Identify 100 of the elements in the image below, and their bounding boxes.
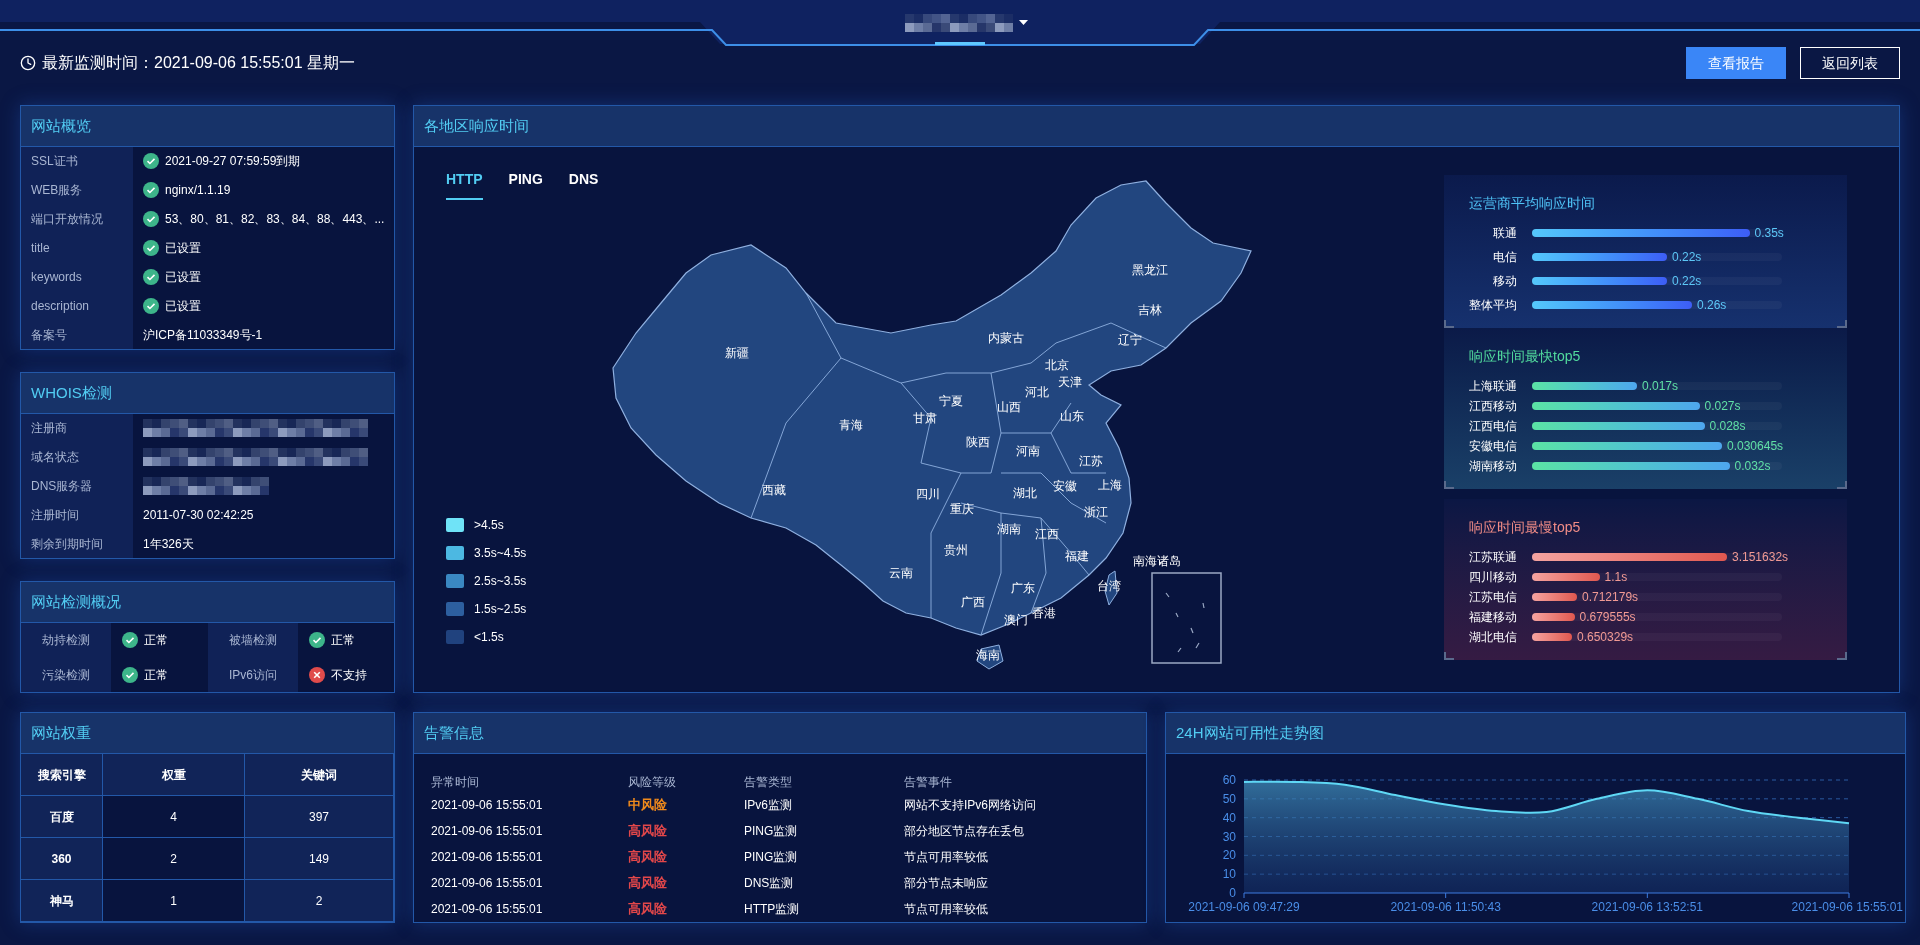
risk-level: 中风险	[628, 798, 667, 812]
region-label: 宁夏	[939, 393, 963, 410]
table-cell: 2	[103, 838, 245, 880]
alert-type: IPv6监测	[744, 797, 793, 814]
corner-bracket	[1444, 652, 1454, 660]
field-value: 沪ICP备11033349号-1	[143, 326, 263, 344]
table-cell: 神马	[21, 880, 103, 922]
alert-event: 节点可用率较低	[904, 849, 989, 866]
bar-label: 移动	[1492, 273, 1517, 290]
region-label: 南海诸岛	[1133, 553, 1181, 570]
column-header: 异常时间	[431, 774, 480, 791]
check-icon	[143, 268, 159, 285]
region-label: 山东	[1060, 408, 1084, 425]
panel-title: 网站概览	[31, 115, 91, 136]
column-header: 风险等级	[628, 774, 677, 791]
table-cell: 360	[21, 838, 103, 880]
bar-label: 江苏联通	[1469, 549, 1517, 566]
field-label: 注册商	[21, 414, 133, 443]
bar-label: 湖北电信	[1469, 629, 1517, 646]
region-label: 云南	[889, 565, 913, 582]
field-value: nginx/1.1.19	[165, 182, 231, 200]
region-label: 江苏	[1079, 453, 1103, 470]
column-header: 关键词	[245, 754, 394, 796]
table-cell: 4	[103, 796, 245, 838]
bar-value: 0.030645s	[1727, 438, 1784, 455]
bar-label: 联通	[1492, 225, 1517, 242]
y-tick-label: 0	[1229, 886, 1236, 900]
column-header: 搜索引擎	[21, 754, 103, 796]
table-cell: 百度	[21, 796, 103, 838]
bar-value: 0.032s	[1734, 458, 1771, 475]
alert-type: PING监测	[744, 823, 799, 840]
x-tick-label: 2021-09-06 13:52:51	[1591, 900, 1704, 914]
bar-value: 0.679555s	[1579, 609, 1636, 626]
caret-icon[interactable]	[1019, 20, 1028, 26]
risk-level: 高风险	[628, 876, 667, 890]
bar-value: 0.027s	[1704, 398, 1741, 415]
field-value: 已设置	[165, 240, 201, 257]
bar-label: 电信	[1492, 249, 1517, 266]
field-label: 注册时间	[21, 500, 133, 530]
field-label: description	[21, 291, 133, 321]
bar-value: 0.712179s	[1582, 589, 1639, 606]
bar-value: 0.35s	[1754, 225, 1784, 242]
region-label: 湖北	[1013, 485, 1037, 502]
region-label: 台湾	[1097, 578, 1121, 595]
alert-type: DNS监测	[744, 875, 795, 892]
legend-label: 2.5s~3.5s	[474, 573, 527, 590]
field-label: WEB服务	[21, 175, 133, 205]
region-label: 新疆	[725, 345, 749, 362]
y-tick-label: 50	[1222, 791, 1236, 806]
region-label: 上海	[1098, 477, 1122, 494]
alert-time: 2021-09-06 15:55:01	[431, 823, 544, 840]
field-value: 1年326天	[143, 535, 194, 553]
bar-group-title: 响应时间最慢top5	[1469, 518, 1582, 537]
protocol-tab[interactable]: HTTP	[446, 169, 483, 200]
check-icon	[143, 240, 159, 256]
legend-label: 3.5s~4.5s	[474, 545, 527, 562]
table-cell: 397	[245, 796, 394, 838]
check-label: 劫持检测	[21, 623, 111, 658]
region-label: 天津	[1058, 374, 1082, 391]
risk-level: 高风险	[628, 850, 667, 864]
y-tick-label: 20	[1222, 848, 1236, 863]
bar-value: 0.22s	[1672, 249, 1702, 266]
bar-label: 福建移动	[1469, 609, 1517, 626]
region-label: 四川	[916, 486, 940, 503]
alert-event: 节点可用率较低	[904, 901, 989, 918]
region-label: 河南	[1016, 443, 1040, 460]
bar-group-title: 运营商平均响应时间	[1469, 194, 1596, 213]
corner-bracket	[1444, 481, 1454, 489]
x-tick-label: 2021-09-06 15:55:01	[1791, 900, 1903, 914]
field-label: 备案号	[21, 320, 133, 349]
protocol-tab[interactable]: DNS	[568, 169, 599, 200]
panel-title: 24H网站可用性走势图	[1176, 722, 1324, 743]
view-report-button[interactable]: 查看报告	[1686, 47, 1786, 79]
column-header: 告警事件	[904, 774, 953, 791]
legend-label: <1.5s	[474, 629, 504, 646]
region-label: 内蒙古	[988, 330, 1024, 347]
panel-title: 告警信息	[424, 722, 484, 743]
check-icon	[143, 211, 159, 228]
region-label: 西藏	[762, 482, 786, 499]
bar-label: 整体平均	[1469, 297, 1517, 314]
region-label: 香港	[1032, 605, 1056, 622]
bar-label: 江西电信	[1469, 418, 1517, 435]
bar-value: 3.151632s	[1732, 549, 1789, 566]
check-label: 被墙检测	[208, 623, 298, 658]
field-label: 端口开放情况	[21, 204, 133, 234]
back-to-list-button[interactable]: 返回列表	[1800, 47, 1900, 79]
table-cell: 149	[245, 838, 394, 880]
risk-level: 高风险	[628, 902, 667, 916]
column-header: 权重	[103, 754, 245, 796]
region-label: 福建	[1065, 548, 1089, 565]
alert-type: PING监测	[744, 849, 799, 866]
alert-event: 部分地区节点存在丢包	[904, 823, 1025, 840]
alert-time: 2021-09-06 15:55:01	[431, 849, 544, 866]
check-result: 正常	[331, 632, 355, 650]
region-label: 海南	[976, 647, 1000, 664]
field-label: DNS服务器	[21, 471, 133, 501]
monitor-time: 最新监测时间：2021-09-06 15:55:01 星期一	[42, 53, 355, 73]
region-label: 吉林	[1138, 302, 1162, 319]
region-label: 陕西	[966, 434, 990, 451]
protocol-tab[interactable]: PING	[508, 169, 543, 200]
